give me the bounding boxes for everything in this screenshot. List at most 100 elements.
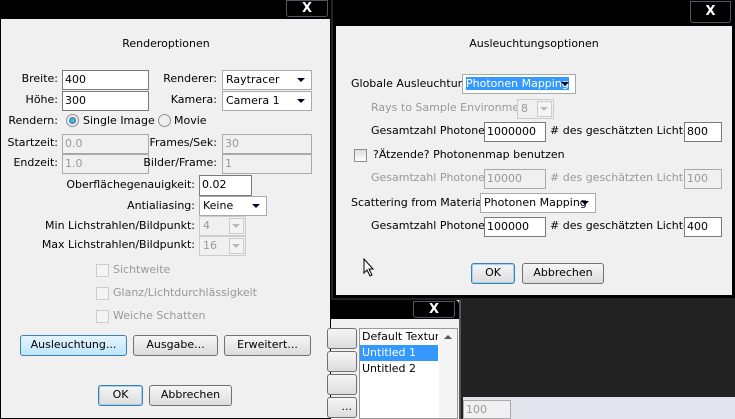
startzeit-input[interactable]: 0.0 [62,134,149,154]
global-label: Globale Ausleuchtung: [351,77,476,90]
texture-button-3[interactable] [327,374,357,395]
endzeit-input[interactable]: 1.0 [62,154,149,174]
lighting-options-dialog: X Ausleuchtungsoptionen Globale Ausleuch… [333,0,735,298]
rays-select[interactable]: 8 [517,99,554,119]
chevron-down-icon [297,78,305,82]
antialiasing-label: Antialiasing: [127,199,195,212]
estimate-label: # des geschätzten Lichtes: [550,124,700,137]
chevron-down-icon [561,82,569,86]
scatter-photons-label: Gesamtzahl Photonen: [371,219,496,232]
hoehe-input[interactable]: 300 [62,91,149,111]
ausleuchtung-button[interactable]: Ausleuchtung... [20,335,127,356]
caustic-photons-label: Gesamtzahl Photonen: [371,171,496,184]
antialiasing-select[interactable]: Keine [199,196,267,216]
renderer-select[interactable]: Raytracer [222,70,312,90]
weiche-schatten-label: Weiche Schatten [113,309,206,322]
min-rays-label: Min Lichstrahlen/Bildpunkt: [45,219,195,232]
close-button[interactable]: X [690,1,731,23]
scatter-select[interactable]: Photonen Mapping [480,193,596,213]
global-value: Photonen Mapping [466,77,569,90]
cancel-button[interactable]: Abbrechen [149,385,232,406]
title-bar [336,0,732,26]
dialog-title: Ausleuchtungsoptionen [469,37,599,50]
photons-input[interactable]: 1000000 [484,122,546,142]
startzeit-label: Startzeit: [7,136,59,149]
photons-label: Gesamtzahl Photonen: [371,124,496,137]
chevron-down-icon [232,224,240,228]
scatter-estimate-input[interactable]: 400 [684,217,722,237]
scatter-label: Scattering from Materials: [351,196,495,209]
render-options-dialog: X Renderoptionen Breite: 400 Höhe: 300 R… [0,0,331,419]
mouse-cursor-icon [363,258,375,277]
caustic-checkbox[interactable] [354,149,367,162]
min-rays-value: 4 [203,219,210,232]
list-item[interactable]: Default Texture [360,329,438,345]
sichtweite-checkbox[interactable] [96,264,109,277]
renderer-value: Raytracer [226,73,280,86]
single-image-label: Single Image [83,114,155,127]
surface-label: Oberflächegenauigkeit: [66,178,195,191]
glanz-checkbox[interactable] [96,287,109,300]
rays-label: Rays to Sample Environment: [371,101,535,114]
chevron-down-icon [232,244,240,248]
surface-input[interactable]: 0.02 [199,175,252,196]
texture-button-2[interactable] [327,351,357,372]
texture-button-4[interactable]: ... [327,397,357,418]
close-button[interactable]: X [286,0,328,17]
movie-radio[interactable] [158,114,171,127]
fps-label: Frames/Sek: [149,136,217,149]
caustic-estimate-label: # des geschätzten Lichtes: [550,171,700,184]
global-select[interactable]: Photonen Mapping [462,74,576,94]
hoehe-label: Höhe: [25,93,58,106]
endzeit-label: Endzeit: [13,156,58,169]
breite-input[interactable]: 400 [62,70,149,90]
texture-button-1[interactable] [327,328,357,349]
bpf-input[interactable]: 1 [222,154,312,174]
caustic-label: ?Ätzende? Photonenmap benutzen [373,148,565,161]
title-bar [1,1,330,19]
estimate-input[interactable]: 800 [684,122,722,142]
max-rays-value: 16 [203,239,217,252]
value-field[interactable]: 100 [463,400,511,419]
scatter-photons-input[interactable]: 100000 [484,217,546,237]
scatter-estimate-label: # des geschätzten Lichtes: [550,219,700,232]
cancel-button[interactable]: Abbrechen [522,263,604,284]
texture-window: X ... Default Texture Untitled 1 Untitle… [327,300,461,419]
ok-button[interactable]: OK [98,385,143,406]
ok-button[interactable]: OK [471,263,515,284]
dialog-title: Renderoptionen [122,37,210,50]
close-button[interactable]: X [413,301,455,318]
max-rays-select[interactable]: 16 [199,236,246,256]
sichtweite-label: Sichtweite [113,263,171,276]
antialiasing-value: Keine [203,199,234,212]
kamera-label: Kamera: [170,93,217,106]
ausgabe-button[interactable]: Ausgabe... [133,335,218,356]
scrollbar[interactable] [439,329,457,418]
caustic-estimate-input[interactable]: 100 [684,169,722,189]
glanz-label: Glanz/Lichtdurchlässigkeit [113,286,257,299]
weiche-schatten-checkbox[interactable] [96,310,109,323]
breite-label: Breite: [21,72,58,85]
chevron-down-icon [540,107,548,111]
scatter-value: Photonen Mapping [484,196,587,209]
movie-label: Movie [174,114,207,127]
scroll-up-icon[interactable] [444,335,452,339]
chevron-down-icon [252,204,260,208]
rendern-label: Rendern: [8,114,58,127]
rays-value: 8 [521,102,528,115]
chevron-down-icon [581,201,589,205]
kamera-value: Camera 1 [226,94,280,107]
chevron-down-icon [297,99,305,103]
max-rays-label: Max Lichstrahlen/Bildpunkt: [41,238,195,251]
renderer-label: Renderer: [163,72,217,85]
bpf-label: Bilder/Frame: [143,156,217,169]
list-item-selected[interactable]: Untitled 1 [360,345,438,361]
single-image-radio[interactable] [66,114,79,127]
kamera-select[interactable]: Camera 1 [222,91,312,111]
texture-list[interactable]: Default Texture Untitled 1 Untitled 2 [359,328,458,419]
caustic-photons-input[interactable]: 10000 [484,169,546,189]
min-rays-select[interactable]: 4 [199,216,246,236]
fps-input[interactable]: 30 [222,134,312,154]
erweitert-button[interactable]: Erweitert... [224,335,311,356]
list-item[interactable]: Untitled 2 [360,361,438,377]
